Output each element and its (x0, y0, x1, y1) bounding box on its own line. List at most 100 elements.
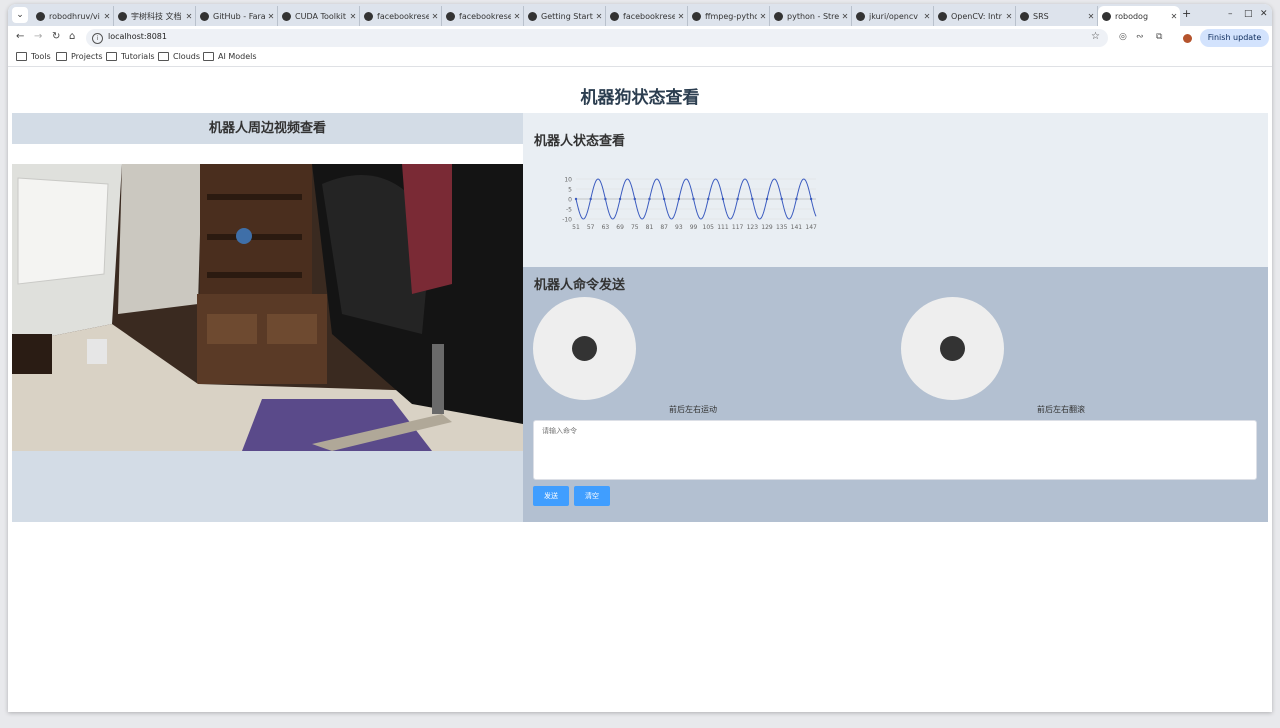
series-point (736, 197, 739, 201)
profile-avatar[interactable] (1183, 34, 1192, 43)
command-input[interactable] (533, 420, 1257, 480)
y-tick-label: 10 (564, 177, 572, 184)
home-icon[interactable]: ⌂ (69, 31, 75, 42)
tab-close-icon[interactable]: ✕ (511, 12, 523, 21)
new-tab-icon[interactable]: + (1182, 7, 1191, 20)
send-button[interactable]: 发送 (533, 486, 569, 506)
tab-label: ffmpeg-pytho (705, 11, 757, 21)
tab-close-icon[interactable]: ✕ (593, 12, 605, 21)
back-icon[interactable]: ← (16, 31, 24, 42)
tab-label: 宇树科技 文档 (131, 11, 182, 21)
reload-icon[interactable]: ↻ (52, 31, 60, 42)
browser-tab[interactable]: facebookrese ✕ (606, 6, 688, 26)
tab-favicon-icon (364, 11, 373, 21)
tab-label: python - Strea (787, 11, 839, 21)
browser-tab[interactable]: SRS ✕ (1016, 6, 1098, 26)
x-tick-label: 81 (646, 224, 654, 231)
tab-label: jkuri/opencv (869, 11, 918, 21)
browser-tab[interactable]: OpenCV: Intr ✕ (934, 6, 1016, 26)
site-info-icon[interactable]: i (92, 33, 103, 44)
tab-close-icon[interactable]: ✕ (839, 12, 851, 21)
x-tick-label: 141 (791, 224, 803, 231)
series-point (707, 197, 710, 201)
close-window-icon[interactable]: ✕ (1260, 9, 1268, 19)
address-bar[interactable]: i localhost:8081 ☆ (86, 29, 1108, 47)
bookmarks-bar: Tools Projects Tutorials Clouds AI Model… (8, 50, 1272, 67)
browser-tab[interactable]: CUDA Toolkit ✕ (278, 6, 360, 26)
bookmark-star-icon[interactable]: ☆ (1091, 31, 1100, 42)
cast-icon[interactable]: ∾ (1136, 32, 1144, 42)
joystick-roll[interactable] (901, 297, 1004, 400)
folder-icon (56, 52, 67, 61)
joystick-move[interactable] (533, 297, 636, 400)
tab-close-icon[interactable]: ✕ (1085, 12, 1097, 21)
bookmark-clouds[interactable]: Clouds (158, 52, 200, 61)
tab-favicon-icon (1102, 11, 1111, 21)
x-tick-label: 129 (761, 224, 773, 231)
series-point (751, 197, 754, 201)
bookmark-tools[interactable]: Tools (16, 52, 51, 61)
tab-close-icon[interactable]: ✕ (757, 12, 769, 21)
minimize-icon[interactable]: – (1228, 9, 1233, 19)
tab-label: facebookrese (459, 11, 511, 21)
x-tick-label: 105 (703, 224, 715, 231)
series-point (662, 197, 666, 201)
tab-favicon-icon (446, 11, 455, 21)
series-point (648, 197, 651, 201)
bookmark-projects[interactable]: Projects (56, 52, 103, 61)
tab-close-icon[interactable]: ✕ (347, 12, 359, 21)
forward-icon[interactable]: → (34, 31, 42, 42)
browser-tab[interactable]: 宇树科技 文档 ✕ (114, 6, 196, 26)
tab-label: GitHub - Fara (213, 11, 265, 21)
tab-close-icon[interactable]: ✕ (921, 12, 933, 21)
tab-close-icon[interactable]: ✕ (265, 12, 277, 21)
tab-label: facebookrese (377, 11, 429, 21)
joystick-move-label: 前后左右运动 (669, 405, 717, 414)
tab-close-icon[interactable]: ✕ (1003, 12, 1015, 21)
series-point (809, 197, 813, 201)
tab-label: robodog (1115, 11, 1149, 21)
folder-icon (106, 52, 117, 61)
browser-tab[interactable]: python - Strea ✕ (770, 6, 852, 26)
x-tick-label: 123 (747, 224, 759, 231)
finish-update-button[interactable]: Finish update (1200, 29, 1269, 47)
browser-tab[interactable]: Getting Start ✕ (524, 6, 606, 26)
joystick-move-knob[interactable] (572, 336, 597, 361)
browser-tab[interactable]: GitHub - Fara ✕ (196, 6, 278, 26)
series-point (604, 197, 607, 201)
tab-close-icon[interactable]: ✕ (675, 12, 687, 21)
video-stream (12, 164, 523, 451)
browser-tab[interactable]: ffmpeg-pytho ✕ (688, 6, 770, 26)
tab-label: facebookrese (623, 11, 675, 21)
series-point (721, 197, 725, 201)
browser-tab[interactable]: facebookrese ✕ (442, 6, 524, 26)
tab-favicon-icon (1020, 11, 1029, 21)
tab-search-icon[interactable]: ⌄ (12, 7, 28, 23)
status-title: 机器人状态查看 (534, 134, 626, 149)
tab-favicon-icon (692, 11, 701, 21)
maximize-icon[interactable]: □ (1244, 9, 1253, 19)
video-panel: 机器人周边视频查看 (12, 113, 523, 522)
x-tick-label: 99 (690, 224, 698, 231)
browser-tab[interactable]: facebookrese ✕ (360, 6, 442, 26)
clear-button[interactable]: 清空 (574, 486, 610, 506)
tab-favicon-icon (36, 11, 45, 21)
lens-icon[interactable]: ◎ (1119, 32, 1127, 42)
x-tick-label: 63 (602, 224, 610, 231)
x-tick-label: 57 (587, 224, 595, 231)
tab-close-icon[interactable]: ✕ (101, 12, 113, 21)
tab-label: CUDA Toolkit (295, 11, 347, 21)
tab-close-icon[interactable]: ✕ (183, 12, 195, 21)
bookmark-tutorials[interactable]: Tutorials (106, 52, 155, 61)
tab-favicon-icon (118, 11, 127, 21)
browser-tab[interactable]: robodhruv/vi ✕ (32, 6, 114, 26)
folder-icon (16, 52, 27, 61)
tab-close-icon[interactable]: ✕ (429, 12, 441, 21)
folder-icon (203, 52, 214, 61)
browser-tab[interactable]: robodog ✕ (1098, 6, 1180, 26)
bookmark-ai-models[interactable]: AI Models (203, 52, 257, 61)
extensions-icon[interactable]: ⧉ (1156, 32, 1162, 42)
joystick-roll-knob[interactable] (940, 336, 965, 361)
browser-tab[interactable]: jkuri/opencv ✕ (852, 6, 934, 26)
tab-close-icon[interactable]: ✕ (1168, 12, 1180, 21)
